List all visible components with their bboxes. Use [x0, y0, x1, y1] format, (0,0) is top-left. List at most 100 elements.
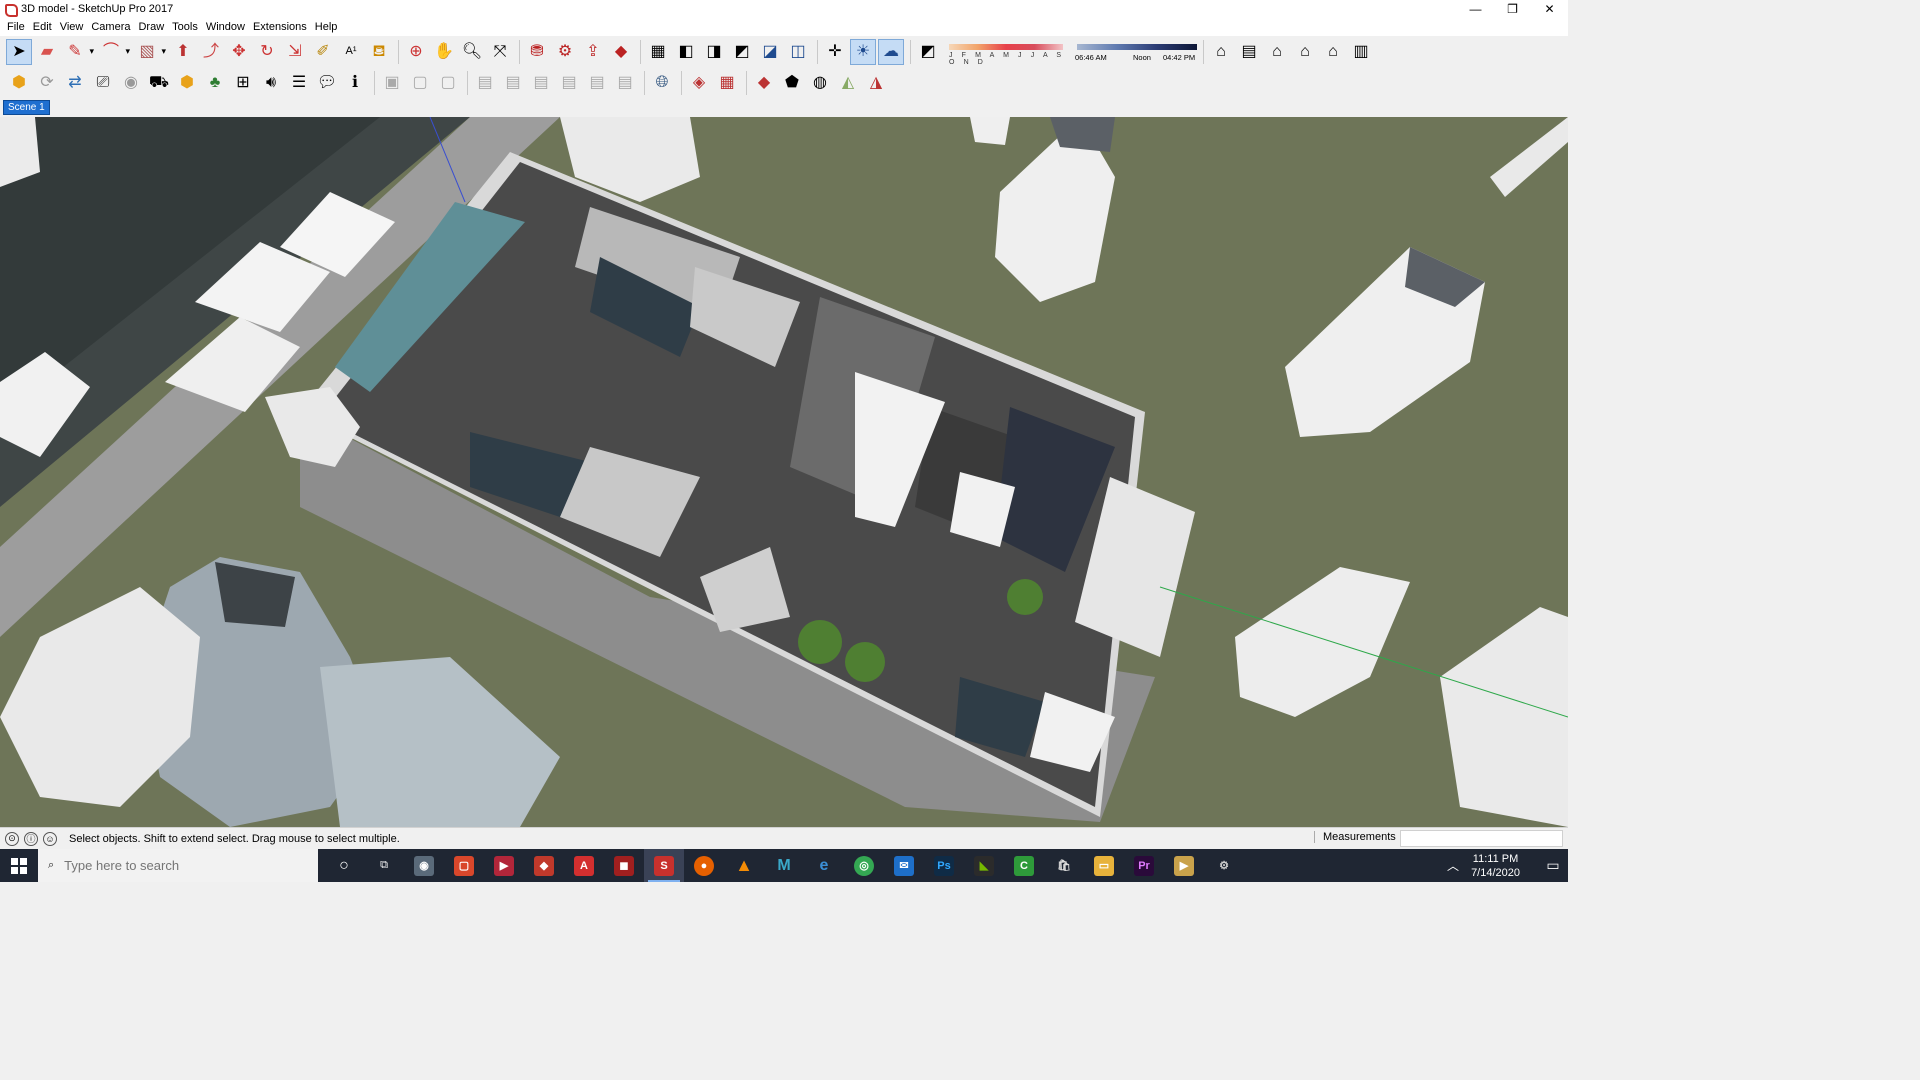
taskbar-media-player[interactable]: ▶ — [484, 849, 524, 882]
extension-warehouse-button[interactable]: ⚙ — [552, 39, 578, 65]
notification-center-icon[interactable]: ▭ — [1538, 857, 1568, 874]
taskbar-mail[interactable]: ✉ — [884, 849, 924, 882]
iso-view-button[interactable]: ⌂ — [1208, 39, 1234, 65]
view-panel-4-button[interactable]: ▤ — [556, 70, 582, 96]
task-view-button[interactable]: ⧉ — [364, 849, 404, 882]
section-plane-button[interactable]: ◩ — [915, 39, 941, 65]
taskbar-camera[interactable]: ◉ — [404, 849, 444, 882]
view-panel-1-button[interactable]: ▤ — [472, 70, 498, 96]
eraser-tool-button[interactable]: ▰ — [34, 39, 60, 65]
sandbox-from-scratch-button[interactable]: ▦ — [714, 70, 740, 96]
comment-button[interactable]: 💬︎ — [314, 70, 340, 96]
menu-file[interactable]: File — [5, 21, 31, 33]
back-view-button[interactable]: ⌂ — [1320, 39, 1346, 65]
show-fog-button[interactable]: ☁ — [878, 38, 904, 65]
taskbar-clock[interactable]: 11:11 PM 7/14/2020 — [1471, 852, 1520, 880]
start-button[interactable] — [0, 849, 38, 882]
intersect-button[interactable]: ◨ — [701, 39, 727, 65]
left-view-button[interactable]: ▥ — [1348, 39, 1374, 65]
taskbar-photoshop[interactable]: Ps — [924, 849, 964, 882]
plugin-shield-button[interactable]: ⬢ — [6, 70, 32, 96]
share-model-button[interactable]: ⇪ — [580, 39, 606, 65]
select-tool-button[interactable]: ➤ — [6, 38, 32, 65]
taskbar-file-explorer[interactable]: ▭ — [1084, 849, 1124, 882]
rectangle-tool-button[interactable]: ▧ — [134, 39, 166, 65]
taskbar-nvidia[interactable]: ◣ — [964, 849, 1004, 882]
taskbar-app-6[interactable]: ◼ — [604, 849, 644, 882]
close-button[interactable]: ✕ — [1531, 0, 1568, 18]
axes-tool-button[interactable]: ✛ — [822, 39, 848, 65]
view-panel-2-button[interactable]: ▤ — [500, 70, 526, 96]
follow-me-tool-button[interactable]: ⤴ — [198, 39, 224, 65]
settings-sliders-button[interactable]: ☰ — [286, 70, 312, 96]
scale-tool-button[interactable]: ⇲ — [282, 39, 308, 65]
show-hidden-icons-button[interactable]: ︿ — [1447, 857, 1459, 874]
menu-camera[interactable]: Camera — [89, 21, 136, 33]
grid-camera-button[interactable]: ⊞ — [230, 70, 256, 96]
right-view-button[interactable]: ⌂ — [1292, 39, 1318, 65]
photo-match-button[interactable]: ⛟ — [146, 70, 172, 96]
taskbar-sketchup[interactable]: S — [644, 849, 684, 882]
subtract-button[interactable]: ◪ — [757, 39, 783, 65]
search-input[interactable] — [64, 858, 285, 873]
menu-edit[interactable]: Edit — [31, 21, 58, 33]
geo-location-button[interactable]: 🌐︎ — [649, 70, 675, 96]
menu-extensions[interactable]: Extensions — [251, 21, 313, 33]
orbit-tool-button[interactable]: ⊕ — [403, 39, 429, 65]
rotate-tool-button[interactable]: ↻ — [254, 39, 280, 65]
stamp-button[interactable]: ⬟ — [779, 70, 805, 96]
smoove-button[interactable]: ◆ — [751, 70, 777, 96]
taskbar-premiere[interactable]: Pr — [1124, 849, 1164, 882]
push-pull-tool-button[interactable]: ⬆ — [170, 39, 196, 65]
add-detail-button[interactable]: ◭ — [835, 70, 861, 96]
view-panel-6-button[interactable]: ▤ — [612, 70, 638, 96]
shadow-time-slider[interactable]: 06:46 AM Noon 04:42 PM — [1075, 40, 1199, 64]
render-send-button[interactable]: ⇄ — [62, 70, 88, 96]
geo-location-status-icon[interactable]: ⊙ — [5, 831, 19, 846]
taskbar-maya[interactable]: M — [764, 849, 804, 882]
taskbar-app-4[interactable]: ◆ — [524, 849, 564, 882]
menu-window[interactable]: Window — [204, 21, 251, 33]
3d-warehouse-button[interactable]: ⛃ — [524, 39, 550, 65]
taskbar-search[interactable]: ⌕ — [38, 849, 318, 882]
taskbar-video[interactable]: ▶ — [1164, 849, 1204, 882]
front-view-button[interactable]: ⌂ — [1264, 39, 1290, 65]
view-panel-3-button[interactable]: ▤ — [528, 70, 554, 96]
menu-tools[interactable]: Tools — [170, 21, 204, 33]
sound-button[interactable]: 🔊︎ — [258, 70, 284, 96]
taskbar-chrome[interactable]: ◎ — [844, 849, 884, 882]
user-status-icon[interactable]: ☺ — [43, 831, 57, 846]
taskbar-firefox[interactable]: ● — [684, 849, 724, 882]
web-export-button[interactable]: ▢ — [435, 70, 461, 96]
sandbox-from-contours-button[interactable]: ◈ — [686, 70, 712, 96]
refresh-button[interactable]: ⟳ — [34, 70, 60, 96]
zoom-extents-button[interactable]: ⤧ — [487, 39, 513, 65]
scene-tab-1[interactable]: Scene 1 — [3, 99, 50, 115]
drape-button[interactable]: ◍ — [807, 70, 833, 96]
minimize-button[interactable]: — — [1457, 0, 1494, 18]
trim-button[interactable]: ◫ — [785, 39, 811, 65]
taskbar-edge[interactable]: e — [804, 849, 844, 882]
union-button[interactable]: ◩ — [729, 39, 755, 65]
line-tool-button[interactable]: ✎ — [62, 39, 94, 65]
model-viewport[interactable] — [0, 117, 1568, 827]
add-asset-button[interactable]: ⬢ — [174, 70, 200, 96]
restore-button[interactable]: ❐ — [1494, 0, 1531, 18]
paint-bucket-tool-button[interactable]: ⛾ — [366, 39, 392, 65]
make-component-button[interactable]: ▦ — [645, 39, 671, 65]
extension-manager-button[interactable]: ◆ — [608, 39, 634, 65]
render-camera-button[interactable]: ◉ — [118, 70, 144, 96]
pan-tool-button[interactable]: ✋ — [431, 39, 457, 65]
camera-projector-button[interactable]: ⎚ — [90, 70, 116, 96]
view-panel-5-button[interactable]: ▤ — [584, 70, 610, 96]
shadow-month-slider[interactable]: J F M A M J J A S O N D — [947, 40, 1065, 66]
measurements-input[interactable] — [1400, 830, 1563, 847]
taskbar-store[interactable]: 🛍︎ — [1044, 849, 1084, 882]
layout-button[interactable]: ▣ — [379, 70, 405, 96]
info-button[interactable]: ℹ — [342, 70, 368, 96]
outer-shell-button[interactable]: ◧ — [673, 39, 699, 65]
export-button[interactable]: ▢ — [407, 70, 433, 96]
taskbar-acrobat[interactable]: A — [564, 849, 604, 882]
proxy-tree-button[interactable]: ♣ — [202, 70, 228, 96]
menu-help[interactable]: Help — [313, 21, 344, 33]
